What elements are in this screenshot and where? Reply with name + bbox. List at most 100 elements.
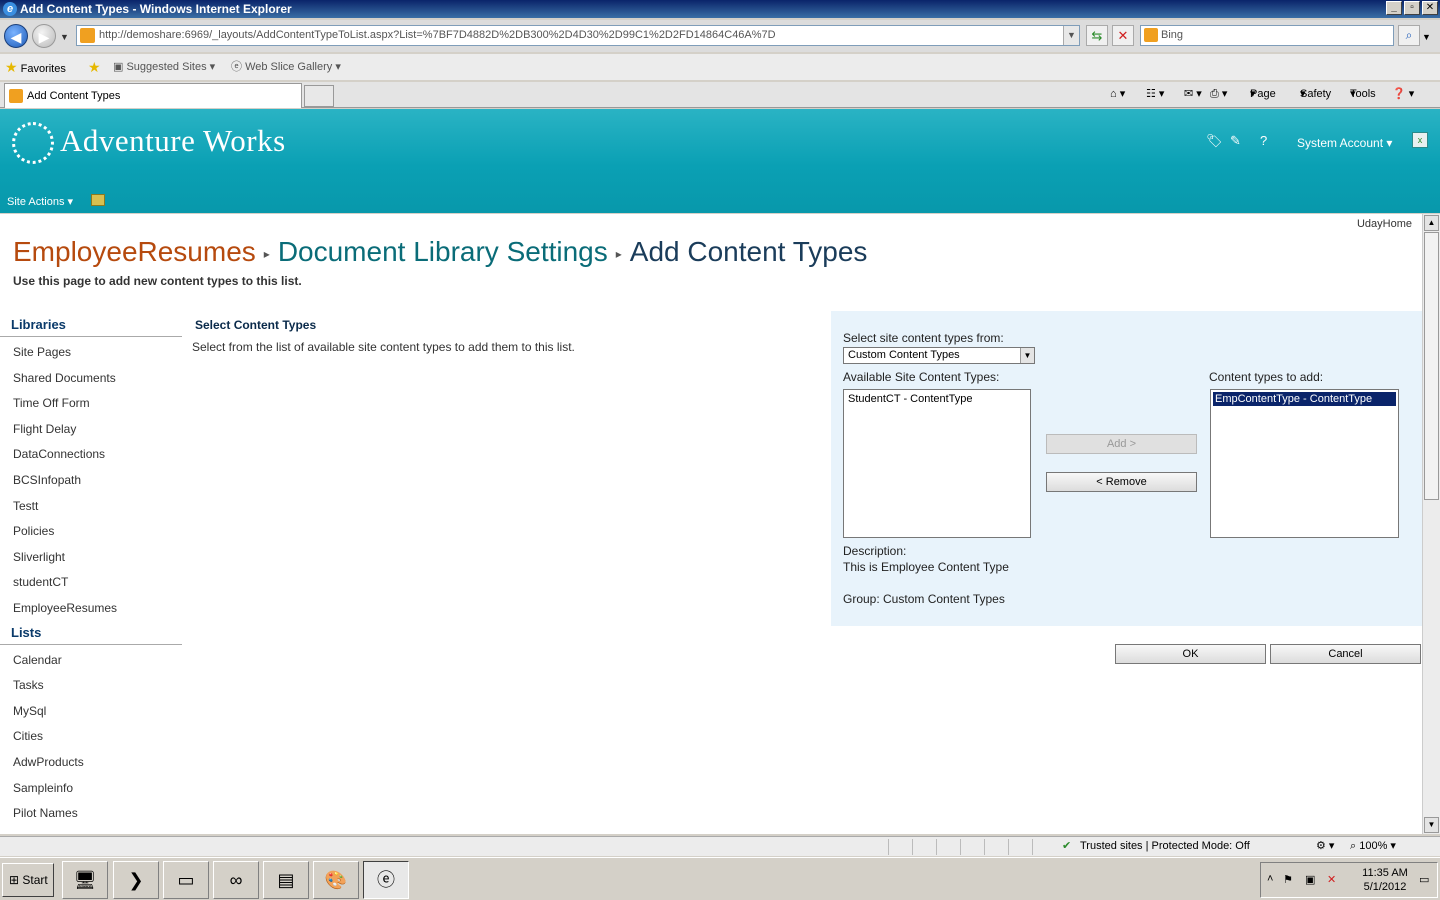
monitor-icon[interactable]: ▤	[263, 861, 309, 899]
to-add-listbox[interactable]: EmpContentType - ContentType	[1210, 389, 1399, 538]
paint-icon[interactable]: 🎨	[313, 861, 359, 899]
help-icon[interactable]: ❓ ▾	[1392, 82, 1414, 107]
start-button[interactable]: ⊞ Start	[2, 863, 54, 897]
search-icon[interactable]: ⌕	[1398, 25, 1420, 46]
available-listbox[interactable]: StudentCT - ContentType	[843, 389, 1031, 538]
sidebar-item-lists[interactable]: Tasks	[0, 673, 182, 699]
favorites-button[interactable]: ★ Favorites	[5, 54, 66, 82]
tab-add-content-types[interactable]: Add Content Types	[4, 83, 302, 108]
sidebar-item-libraries[interactable]: Site Pages	[0, 340, 182, 366]
sidebar-item-lists[interactable]: Calendar	[0, 648, 182, 674]
search-dropdown-icon[interactable]: ▼	[1422, 32, 1431, 42]
stop-icon[interactable]: ✕	[1112, 25, 1134, 46]
sidebar-item-libraries[interactable]: BCSInfopath	[0, 468, 182, 494]
protected-mode-icon[interactable]: ⚙ ▾	[1316, 837, 1334, 856]
safety-menu[interactable]: Safety ▾	[1300, 82, 1331, 107]
close-button[interactable]: ✕	[1422, 1, 1438, 15]
user-home-link[interactable]: UdayHome	[1357, 218, 1412, 230]
vertical-scrollbar[interactable]: ▲ ▼	[1422, 214, 1440, 834]
sidebar-item-libraries[interactable]: Policies	[0, 519, 182, 545]
add-button[interactable]: Add >	[1046, 434, 1197, 454]
edit-page-icon[interactable]	[91, 194, 105, 206]
list-item[interactable]: StudentCT - ContentType	[846, 392, 1028, 406]
sidebar-item-libraries[interactable]: EmployeeResumes	[0, 596, 182, 622]
breadcrumb-settings-link[interactable]: Document Library Settings	[278, 236, 608, 267]
suggested-sites-link[interactable]: ▣ Suggested Sites ▾	[113, 54, 215, 80]
visual-studio-icon[interactable]: ∞	[213, 861, 259, 899]
internet-explorer-icon[interactable]: ⓔ	[363, 861, 409, 899]
tags-icon[interactable]: 🏷	[1206, 133, 1223, 149]
server-manager-icon[interactable]: 🖥	[62, 861, 108, 899]
sidebar-item-libraries[interactable]: studentCT	[0, 570, 182, 596]
add-favorite-icon[interactable]: ★	[88, 54, 101, 82]
powershell-icon[interactable]: ❯	[113, 861, 159, 899]
remove-button[interactable]: < Remove	[1046, 472, 1197, 492]
sidebar-item-libraries[interactable]: Sliverlight	[0, 545, 182, 571]
zoom-control[interactable]: ⌕ 100% ▾	[1350, 837, 1396, 856]
minimize-button[interactable]: _	[1386, 1, 1402, 15]
sidebar-item-libraries[interactable]: Flight Delay	[0, 417, 182, 443]
back-button[interactable]: ◀	[4, 24, 28, 48]
sidebar-item-lists[interactable]: Sampleinfo	[0, 776, 182, 802]
scroll-down-icon[interactable]: ▼	[1424, 817, 1439, 833]
address-input[interactable]: http://demoshare:6969/_layouts/AddConten…	[76, 25, 1080, 46]
sidebar-item-lists[interactable]: MySql	[0, 699, 182, 725]
breadcrumb: EmployeeResumes ▸ Document Library Setting…	[13, 236, 867, 268]
quick-launch: Libraries Site Pages Shared Documents Time…	[0, 314, 182, 827]
address-dropdown-icon[interactable]: ▼	[1063, 26, 1079, 45]
cancel-button[interactable]: Cancel	[1270, 644, 1421, 664]
site-logo-icon[interactable]	[12, 122, 54, 164]
tab-strip: Add Content Types ⌂ ▾ ☷ ▾ ✉ ▾ ⎙ ▾ Page ▾…	[0, 82, 1440, 108]
libraries-heading[interactable]: Libraries	[0, 314, 182, 337]
group-select[interactable]: Custom Content Types ▼	[843, 347, 1035, 364]
mail-icon[interactable]: ✉ ▾	[1184, 82, 1202, 107]
list-item[interactable]: EmpContentType - ContentType	[1213, 392, 1396, 406]
help-circle-icon[interactable]: ?	[1260, 133, 1267, 148]
sidebar-item-libraries[interactable]: Testt	[0, 494, 182, 520]
forward-button[interactable]: ▶	[32, 24, 56, 48]
web-slice-gallery-link[interactable]: ⓔ Web Slice Gallery ▾	[231, 54, 341, 80]
show-desktop-icon[interactable]: ▭	[1419, 873, 1429, 886]
security-zone[interactable]: Trusted sites | Protected Mode: Off	[1080, 837, 1250, 856]
breadcrumb-list-link[interactable]: EmployeeResumes	[13, 236, 256, 267]
excel-icon[interactable]: x	[1412, 132, 1428, 148]
available-label: Available Site Content Types:	[843, 370, 1000, 384]
sidebar-item-lists[interactable]: Pilot Names	[0, 801, 182, 827]
sidebar-item-libraries[interactable]: Time Off Form	[0, 391, 182, 417]
select-from-label: Select site content types from:	[843, 331, 1004, 345]
site-actions-menu[interactable]: Site Actions ▾	[7, 195, 73, 208]
ok-button[interactable]: OK	[1115, 644, 1266, 664]
scroll-up-icon[interactable]: ▲	[1424, 215, 1439, 231]
compat-refresh-icon[interactable]: ⇆	[1086, 25, 1108, 46]
flag-icon[interactable]: ⚑	[1283, 873, 1293, 886]
search-input[interactable]: Bing	[1140, 25, 1394, 46]
sidebar-item-libraries[interactable]: Shared Documents	[0, 366, 182, 392]
explorer-icon[interactable]: ▭	[163, 861, 209, 899]
page-description: Use this page to add new content types t…	[13, 274, 302, 288]
lists-heading[interactable]: Lists	[0, 622, 182, 645]
system-tray: ˄ ⚑ ▣ ✕ 11:35 AM 5/1/2012 ▭	[1260, 862, 1438, 898]
clock[interactable]: 11:35 AM 5/1/2012	[1355, 866, 1415, 894]
chevron-down-icon[interactable]: ▼	[1020, 348, 1034, 363]
site-title[interactable]: Adventure Works	[60, 123, 286, 159]
maximize-button[interactable]: ▫	[1404, 1, 1420, 15]
network-icon[interactable]: ▣	[1305, 873, 1315, 886]
window-title: Add Content Types - Windows Internet Exp…	[20, 2, 292, 16]
sidebar-item-libraries[interactable]: DataConnections	[0, 442, 182, 468]
user-menu[interactable]: System Account ▾	[1297, 136, 1392, 150]
sidebar-item-lists[interactable]: Cities	[0, 724, 182, 750]
home-icon[interactable]: ⌂ ▾	[1110, 82, 1125, 107]
page-menu[interactable]: Page ▾	[1250, 82, 1276, 107]
feeds-icon[interactable]: ☷ ▾	[1146, 82, 1164, 107]
notes-icon[interactable]: ✎	[1230, 133, 1241, 149]
sidebar-item-lists[interactable]: AdwProducts	[0, 750, 182, 776]
scroll-thumb[interactable]	[1424, 232, 1439, 500]
checkmark-icon: ✔	[1062, 840, 1072, 852]
print-icon[interactable]: ⎙ ▾	[1210, 82, 1227, 107]
volume-icon[interactable]: ✕	[1327, 873, 1336, 886]
show-hidden-icon[interactable]: ˄	[1267, 873, 1273, 885]
tools-menu[interactable]: Tools ▾	[1350, 82, 1376, 107]
new-tab-button[interactable]	[304, 85, 334, 107]
history-dropdown-icon[interactable]: ▼	[60, 32, 69, 42]
breadcrumb-separator-icon: ▸	[615, 246, 622, 261]
